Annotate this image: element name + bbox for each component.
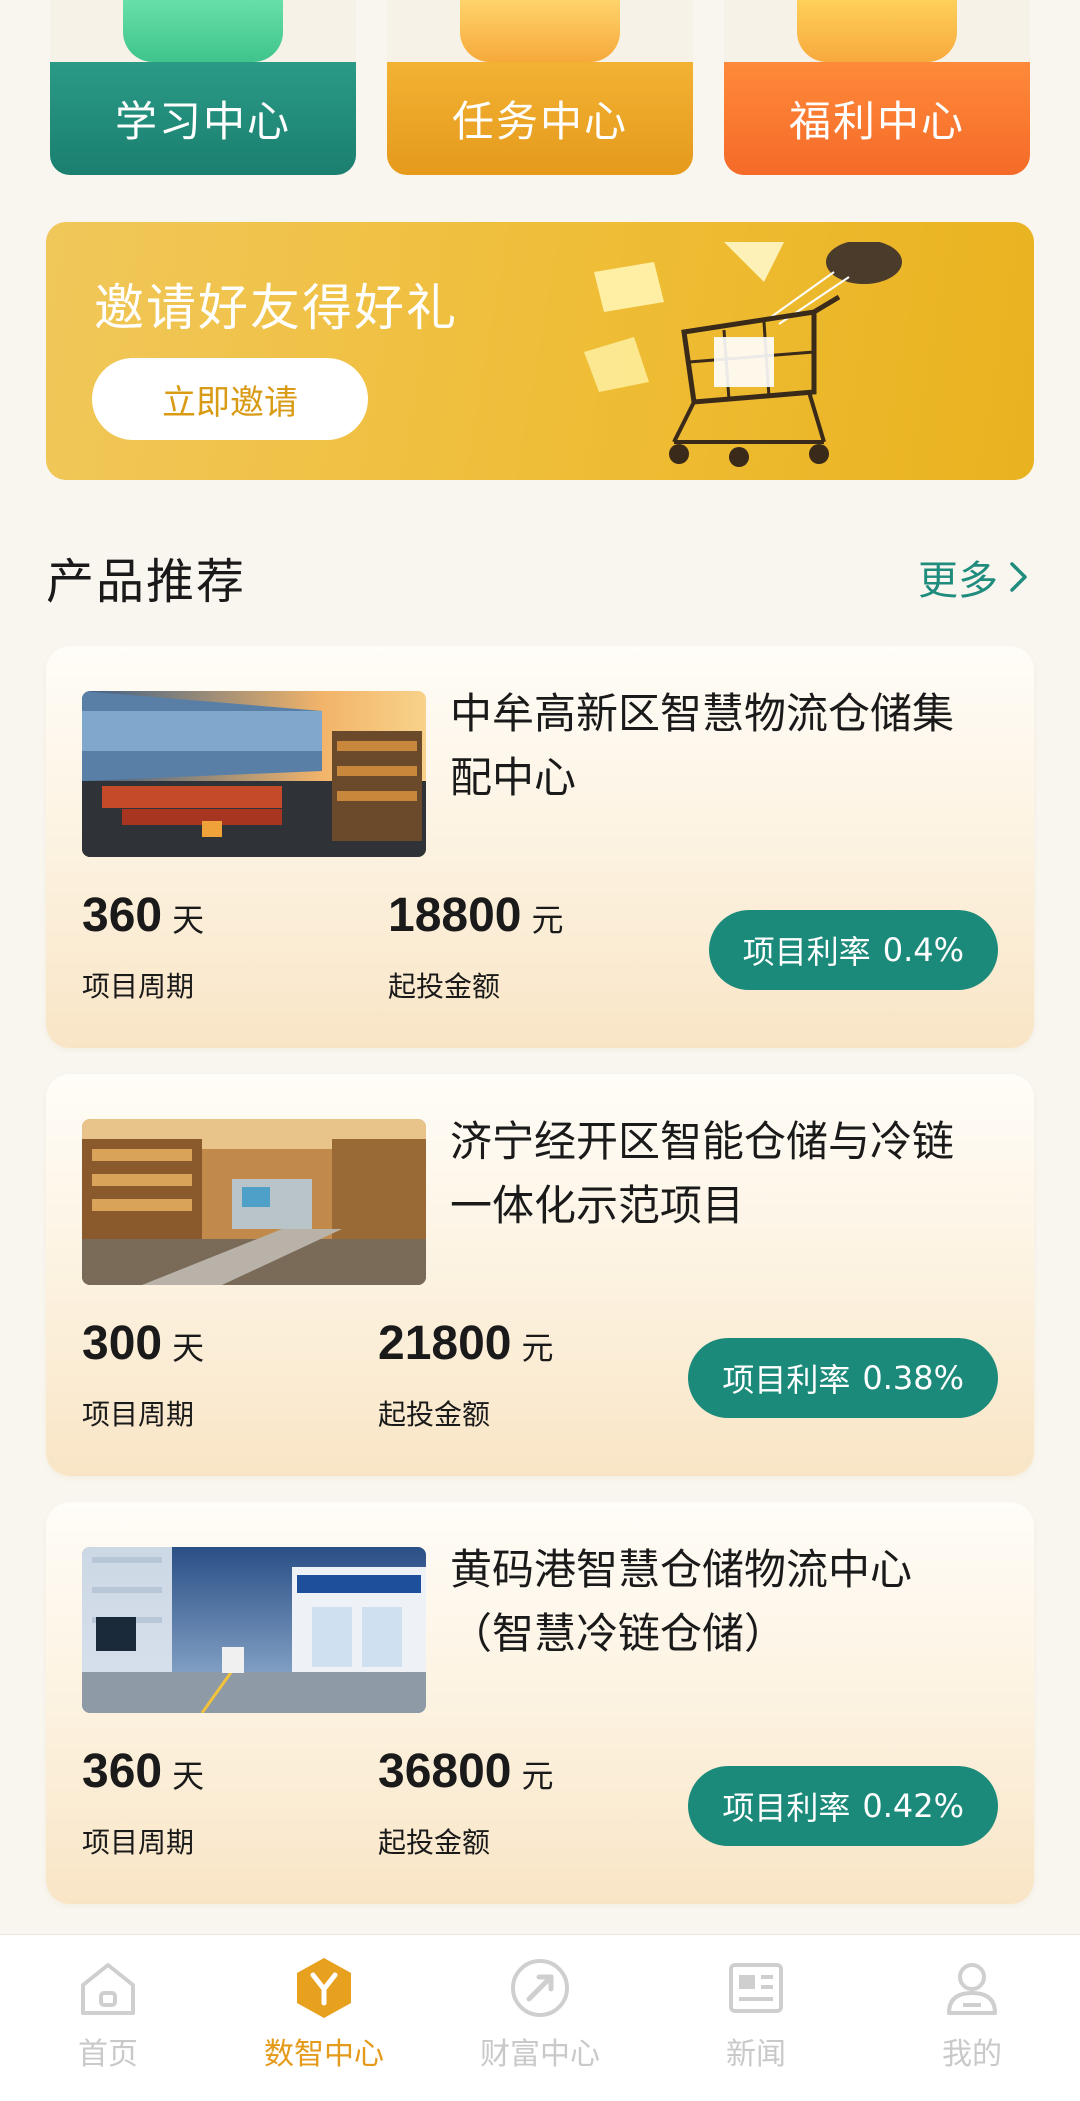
study-center-art xyxy=(50,0,356,62)
task-center-art xyxy=(387,0,693,62)
study-center-label: 学习中心 xyxy=(50,62,356,175)
center-tiles: 学习中心 任务中心 福利中心 xyxy=(50,0,1030,178)
rate-label: 项目利率 xyxy=(722,1789,851,1827)
product-title: 中牟高新区智慧物流仓储集配中心 xyxy=(450,689,955,802)
more-label: 更多 xyxy=(918,558,998,604)
period-value: 360 xyxy=(82,1745,163,1798)
invite-banner[interactable]: 邀请好友得好礼 立即邀请 xyxy=(46,222,1034,480)
min-amount-unit: 元 xyxy=(521,1757,554,1795)
welfare-center-label: 福利中心 xyxy=(724,62,1030,175)
newspaper-icon xyxy=(729,1963,783,2013)
min-amount-value: 21800 xyxy=(378,1317,512,1370)
product-title: 黄码港智慧仓储物流中心（智慧冷链仓储） xyxy=(450,1545,913,1658)
welfare-center-tile[interactable]: 福利中心 xyxy=(724,0,1030,175)
period-stat: 360 天 项目周期 xyxy=(82,1744,204,1861)
home-icon xyxy=(81,1963,135,2015)
product-image xyxy=(82,691,426,857)
nav-home[interactable]: 首页 xyxy=(0,1935,216,2101)
nav-data-center[interactable]: 数智中心 xyxy=(216,1935,432,2101)
product-image xyxy=(82,1547,426,1713)
rate-pill[interactable]: 项目利率 0.42% xyxy=(688,1766,998,1846)
chevron-right-icon xyxy=(1010,562,1027,592)
min-amount-label: 起投金额 xyxy=(378,1398,491,1431)
product-card[interactable]: 中牟高新区智慧物流仓储集配中心 360 天 项目周期 18800 元 起投金额 项目… xyxy=(46,646,1034,1048)
compass-arrow-icon xyxy=(511,1959,569,2017)
nav-wealth-center[interactable]: 财富中心 xyxy=(432,1935,648,2101)
task-center-tile[interactable]: 任务中心 xyxy=(387,0,693,175)
min-amount-unit: 元 xyxy=(531,901,564,939)
period-stat: 300 天 项目周期 xyxy=(82,1316,204,1433)
hexagon-y-icon xyxy=(297,1958,351,2018)
nav-news[interactable]: 新闻 xyxy=(648,1935,864,2101)
nav-home-label: 首页 xyxy=(78,2037,138,2072)
nav-mine-label: 我的 xyxy=(942,2037,1002,2072)
period-label: 项目周期 xyxy=(82,970,195,1003)
rate-value: 0.42% xyxy=(862,1787,964,1825)
min-amount-stat: 21800 元 起投金额 xyxy=(378,1316,554,1433)
bottom-nav: 首页 数智中心 财富中心 新闻 我的 xyxy=(0,1934,1080,2101)
min-amount-label: 起投金额 xyxy=(388,970,501,1003)
period-stat: 360 天 项目周期 xyxy=(82,888,204,1005)
product-card[interactable]: 黄码港智慧仓储物流中心（智慧冷链仓储） 360 天 项目周期 36800 元 起投金… xyxy=(46,1502,1034,1904)
period-value: 300 xyxy=(82,1317,163,1370)
period-label: 项目周期 xyxy=(82,1398,195,1431)
product-card[interactable]: 济宁经开区智能仓储与冷链一体化示范项目 300 天 项目周期 21800 元 起投金… xyxy=(46,1074,1034,1476)
min-amount-value: 18800 xyxy=(388,889,522,942)
nav-wealth-center-label: 财富中心 xyxy=(480,2037,600,2072)
welfare-center-art xyxy=(724,0,1030,62)
min-amount-stat: 36800 元 起投金额 xyxy=(378,1744,554,1861)
nav-news-label: 新闻 xyxy=(726,2037,786,2072)
period-unit: 天 xyxy=(172,1329,205,1367)
rate-pill[interactable]: 项目利率 0.4% xyxy=(708,910,998,990)
section-title: 产品推荐 xyxy=(46,554,247,610)
task-center-label: 任务中心 xyxy=(387,62,693,175)
rate-label: 项目利率 xyxy=(722,1361,851,1399)
nav-data-center-label: 数智中心 xyxy=(264,2037,384,2072)
rate-label: 项目利率 xyxy=(742,933,871,971)
user-icon xyxy=(947,1963,997,2015)
min-amount-label: 起投金额 xyxy=(378,1826,491,1859)
rate-value: 0.4% xyxy=(882,931,964,969)
product-image xyxy=(82,1119,426,1285)
period-value: 360 xyxy=(82,889,163,942)
min-amount-value: 36800 xyxy=(378,1745,512,1798)
invite-now-button[interactable]: 立即邀请 xyxy=(92,358,368,440)
period-unit: 天 xyxy=(172,1757,205,1795)
invite-banner-title: 邀请好友得好礼 xyxy=(94,279,458,337)
shopping-cart-illustration xyxy=(584,242,902,467)
period-label: 项目周期 xyxy=(82,1826,195,1859)
study-center-tile[interactable]: 学习中心 xyxy=(50,0,356,175)
min-amount-unit: 元 xyxy=(521,1329,554,1367)
min-amount-stat: 18800 元 起投金额 xyxy=(388,888,564,1005)
more-link[interactable]: 更多 xyxy=(918,548,1030,606)
rate-pill[interactable]: 项目利率 0.38% xyxy=(688,1338,998,1418)
period-unit: 天 xyxy=(172,901,205,939)
rate-value: 0.38% xyxy=(862,1359,964,1397)
nav-mine[interactable]: 我的 xyxy=(864,1935,1080,2101)
product-title: 济宁经开区智能仓储与冷链一体化示范项目 xyxy=(450,1117,955,1230)
